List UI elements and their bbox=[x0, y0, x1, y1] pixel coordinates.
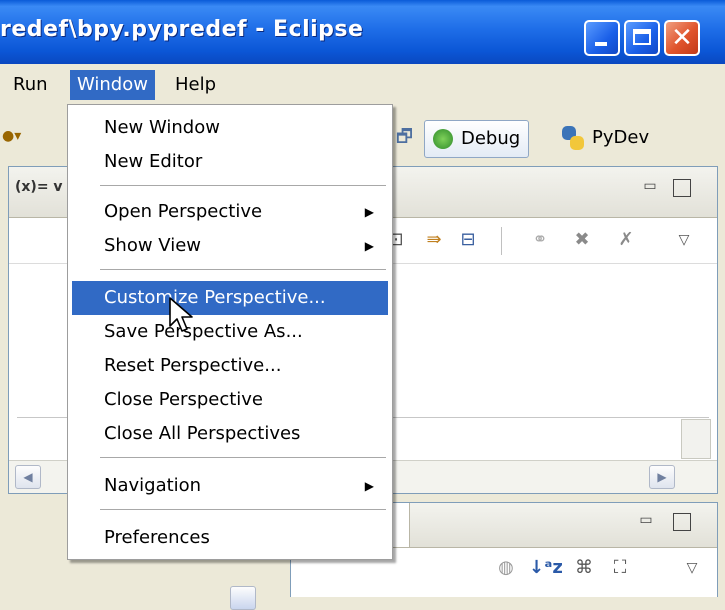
pydev-perspective-label: PyDev bbox=[592, 127, 650, 148]
menu-item-preferences[interactable]: Preferences bbox=[72, 521, 388, 555]
collapse-all-icon[interactable]: ⊟ bbox=[457, 229, 479, 251]
remove-all-icon[interactable]: ✗ bbox=[615, 229, 637, 251]
maximize-button[interactable] bbox=[624, 20, 660, 56]
expression-icon[interactable]: ⚭ bbox=[529, 229, 551, 251]
menu-item-label: Show View bbox=[104, 235, 202, 256]
scroll-right-icon[interactable]: ▶ bbox=[649, 465, 675, 489]
hide-fields-icon[interactable]: ◍ bbox=[495, 557, 517, 579]
view-menu-icon[interactable]: ▽ bbox=[673, 229, 695, 251]
menu-separator bbox=[100, 457, 386, 459]
variables-tab[interactable]: (x)= v bbox=[15, 179, 63, 195]
python-icon bbox=[562, 126, 584, 150]
view-maximize-icon[interactable] bbox=[673, 513, 691, 531]
run-tool-icon[interactable]: ●▾ bbox=[2, 128, 21, 144]
menu-item-reset-perspective[interactable]: Reset Perspective... bbox=[72, 349, 388, 383]
debug-perspective-label: Debug bbox=[461, 128, 521, 149]
menu-item-label: Open Perspective bbox=[104, 201, 263, 222]
bug-icon bbox=[433, 129, 453, 149]
menu-help[interactable]: Help bbox=[168, 70, 223, 100]
submenu-arrow-icon: ▶ bbox=[364, 205, 374, 219]
sort-alpha-icon[interactable]: ↓ᵃz bbox=[529, 557, 563, 579]
open-perspective-icon[interactable]: 🗗 bbox=[396, 124, 418, 148]
menu-item-close-perspective[interactable]: Close Perspective bbox=[72, 383, 388, 417]
menu-item-open-perspective[interactable]: Open Perspective ▶ bbox=[72, 195, 388, 229]
minimize-button[interactable] bbox=[584, 20, 620, 56]
maximize-icon bbox=[633, 29, 651, 45]
menu-window[interactable]: Window bbox=[70, 70, 155, 100]
menu-bar: Run Window Help bbox=[0, 64, 725, 104]
scroll-left-icon[interactable]: ◀ bbox=[15, 465, 41, 489]
menu-item-close-all-perspectives[interactable]: Close All Perspectives bbox=[72, 417, 388, 451]
menu-item-save-perspective-as[interactable]: Save Perspective As... bbox=[72, 315, 388, 349]
view-maximize-icon[interactable] bbox=[673, 179, 691, 197]
debug-perspective-button[interactable]: Debug bbox=[424, 120, 530, 158]
menu-item-label: Navigation bbox=[104, 475, 202, 496]
menu-separator bbox=[100, 185, 386, 187]
menu-separator bbox=[100, 269, 386, 271]
expand-icon[interactable]: ⛶ bbox=[609, 557, 631, 579]
view-minimize-icon[interactable]: ▭ bbox=[641, 177, 659, 195]
window-menu-dropdown: New Window New Editor Open Perspective ▶… bbox=[67, 104, 393, 560]
scroll-up-icon[interactable] bbox=[230, 586, 256, 610]
submenu-arrow-icon: ▶ bbox=[364, 479, 374, 493]
title-bar[interactable]: redef\bpy.pypredef - Eclipse ✕ bbox=[0, 0, 725, 64]
view-minimize-icon[interactable]: ▭ bbox=[637, 511, 655, 529]
toolbar-separator bbox=[501, 227, 502, 255]
step-filter-icon[interactable]: ⇛ bbox=[423, 229, 445, 251]
submenu-arrow-icon: ▶ bbox=[364, 239, 374, 253]
remove-icon[interactable]: ✖ bbox=[571, 229, 593, 251]
menu-run[interactable]: Run bbox=[6, 70, 55, 100]
pydev-perspective-button[interactable]: PyDev bbox=[556, 120, 657, 158]
minimize-icon bbox=[595, 42, 607, 46]
view-menu-icon[interactable]: ▽ bbox=[681, 557, 703, 579]
menu-item-show-view[interactable]: Show View ▶ bbox=[72, 229, 388, 263]
window-title: redef\bpy.pypredef - Eclipse bbox=[0, 17, 364, 42]
close-button[interactable]: ✕ bbox=[664, 20, 700, 56]
close-icon: ✕ bbox=[671, 23, 693, 53]
menu-item-new-window[interactable]: New Window bbox=[72, 111, 388, 145]
vertical-scrollbar[interactable] bbox=[681, 419, 711, 459]
menu-separator bbox=[100, 509, 386, 511]
menu-item-customize-perspective[interactable]: Customize Perspective... bbox=[72, 281, 388, 315]
hide-nonpublic-icon[interactable]: ⌘ bbox=[573, 557, 595, 579]
menu-item-navigation[interactable]: Navigation ▶ bbox=[72, 469, 388, 503]
menu-item-new-editor[interactable]: New Editor bbox=[72, 145, 388, 179]
